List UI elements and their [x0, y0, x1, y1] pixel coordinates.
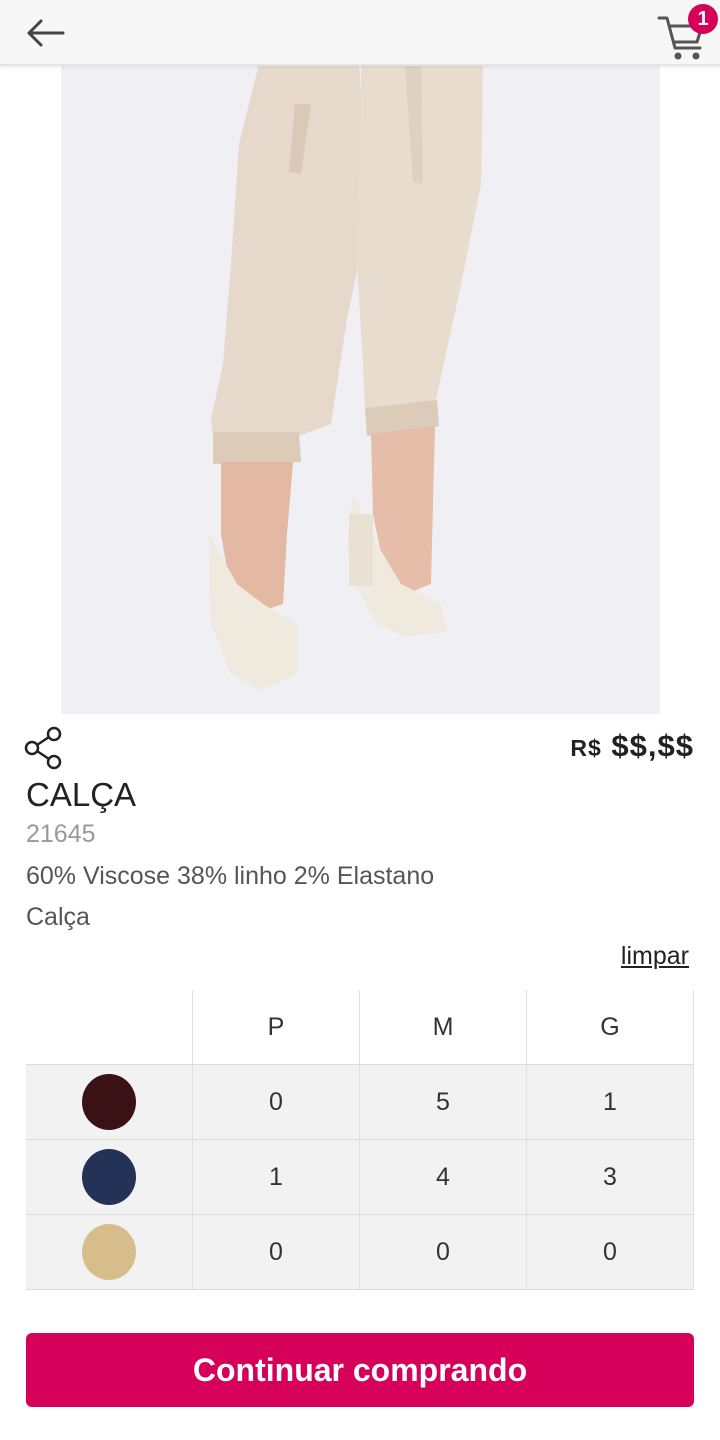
quantity-cell[interactable]: 0 — [359, 1214, 527, 1290]
quantity-cell[interactable]: 0 — [192, 1214, 360, 1290]
quantity-cell[interactable]: 0 — [192, 1064, 360, 1140]
product-name: CALÇA — [26, 776, 137, 813]
swatch-cell — [26, 1139, 193, 1215]
price-currency: R$ — [570, 735, 602, 761]
grid-corner — [26, 990, 193, 1065]
swatch-cell — [26, 1214, 193, 1290]
size-header: M — [359, 990, 527, 1065]
top-app-bar: 1 — [0, 0, 720, 66]
product-composition: 60% Viscose 38% linho 2% Elastano — [26, 862, 435, 890]
size-color-grid: P M G 0 5 1 1 4 3 0 0 0 — [26, 990, 694, 1290]
product-category: Calça — [26, 903, 90, 931]
product-price: R$ $$,$$ — [570, 728, 694, 764]
color-swatch[interactable] — [82, 1074, 136, 1130]
share-button[interactable] — [24, 726, 66, 770]
size-header: G — [526, 990, 694, 1065]
pants-illustration — [209, 64, 483, 690]
color-row: 0 5 1 — [26, 1064, 694, 1140]
continue-shopping-button[interactable]: Continuar comprando — [26, 1333, 694, 1407]
color-swatch[interactable] — [82, 1149, 136, 1205]
color-row: 0 0 0 — [26, 1214, 694, 1290]
product-image[interactable] — [61, 64, 660, 714]
share-icon — [24, 726, 62, 770]
product-code: 21645 — [26, 820, 96, 848]
back-button[interactable] — [22, 10, 68, 56]
quantity-cell[interactable]: 1 — [526, 1064, 694, 1140]
arrow-left-icon — [27, 19, 65, 47]
cart-button[interactable]: 1 — [652, 4, 718, 62]
clear-selection-link[interactable]: limpar — [621, 942, 689, 971]
price-value: $$,$$ — [611, 728, 694, 763]
quantity-cell[interactable]: 0 — [526, 1214, 694, 1290]
swatch-cell — [26, 1064, 193, 1140]
quantity-cell[interactable]: 5 — [359, 1064, 527, 1140]
color-swatch[interactable] — [82, 1224, 136, 1280]
cart-count-badge: 1 — [688, 4, 718, 34]
size-header: P — [192, 990, 360, 1065]
quantity-cell[interactable]: 1 — [192, 1139, 360, 1215]
color-row: 1 4 3 — [26, 1139, 694, 1215]
quantity-cell[interactable]: 4 — [359, 1139, 527, 1215]
quantity-cell[interactable]: 3 — [526, 1139, 694, 1215]
size-header-row: P M G — [26, 990, 694, 1065]
